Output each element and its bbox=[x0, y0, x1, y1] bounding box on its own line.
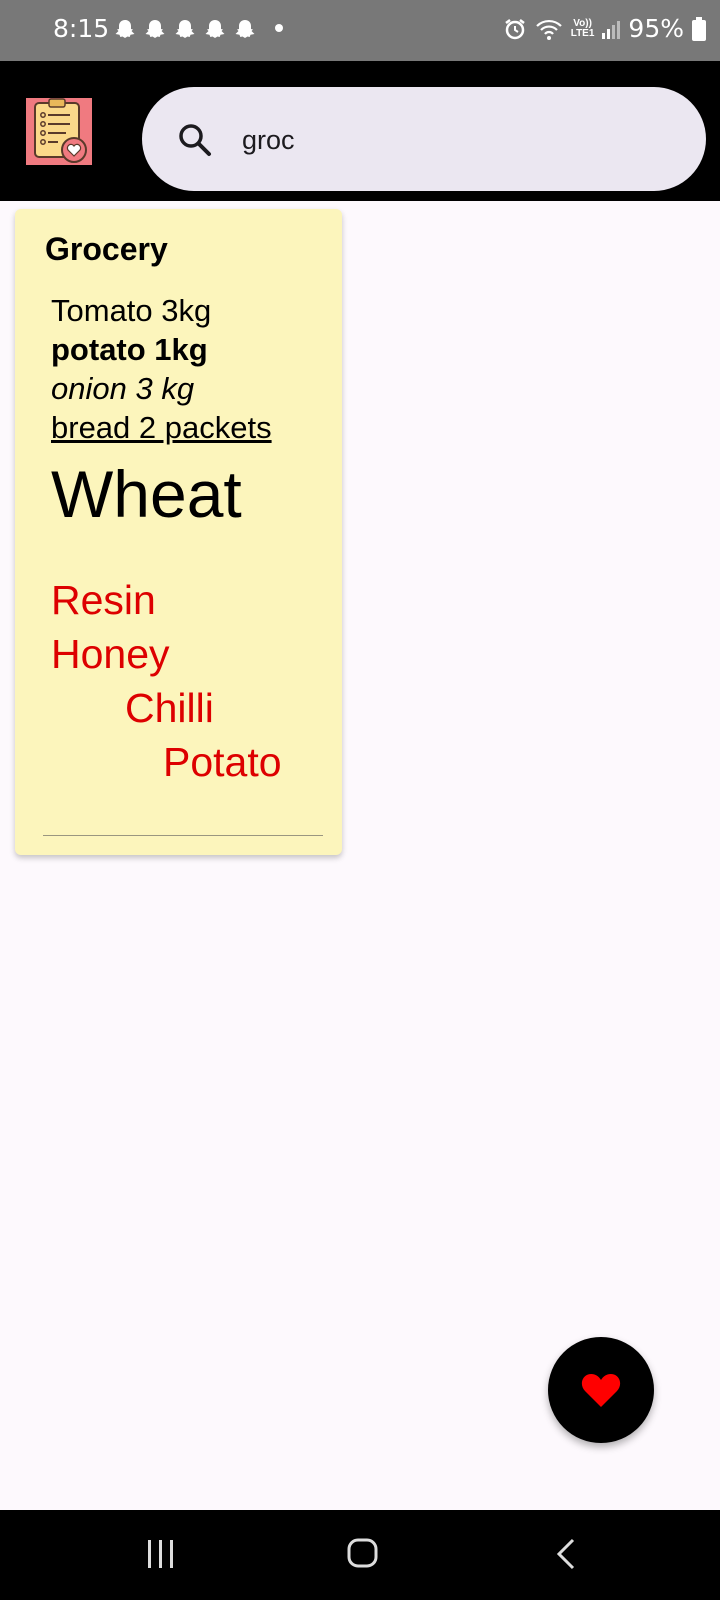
note-line: Tomato 3kg bbox=[51, 293, 212, 328]
status-right-group: Vo)) LTE1 95% bbox=[503, 14, 706, 43]
note-line-red: Resin bbox=[51, 577, 156, 623]
status-time: 8:15 bbox=[53, 14, 110, 43]
snapchat-icon bbox=[145, 20, 165, 38]
note-title: Grocery bbox=[45, 231, 168, 267]
recents-icon[interactable] bbox=[146, 1538, 176, 1570]
checklist-heart-icon[interactable] bbox=[26, 98, 92, 165]
note-line-bold: potato 1kg bbox=[51, 332, 208, 367]
battery-percent: 95% bbox=[628, 14, 684, 43]
lte-label: LTE1 bbox=[570, 27, 595, 39]
favorites-fab[interactable] bbox=[548, 1337, 654, 1443]
network-type: Vo)) LTE1 bbox=[570, 17, 595, 39]
more-notifications-dot bbox=[275, 24, 283, 32]
snapchat-icon bbox=[205, 20, 225, 38]
note-line-red-indented: Potato bbox=[163, 739, 282, 785]
note-line-red-indented: Chilli bbox=[125, 685, 214, 731]
note-line-red: Honey bbox=[51, 631, 170, 677]
system-nav-bar bbox=[0, 1510, 720, 1600]
note-body: Tomato 3kg potato 1kg onion 3 kg bread 2… bbox=[51, 291, 341, 789]
note-line-italic: onion 3 kg bbox=[51, 371, 195, 406]
search-bar[interactable] bbox=[142, 87, 706, 191]
note-line-underlined: bread 2 packets bbox=[51, 410, 272, 445]
notification-icons bbox=[113, 18, 257, 42]
note-divider bbox=[43, 835, 323, 836]
signal-icon bbox=[602, 20, 621, 39]
status-bar: 8:15 Vo)) LTE1 95% bbox=[0, 0, 720, 61]
search-input[interactable] bbox=[240, 113, 664, 167]
search-icon[interactable] bbox=[176, 121, 214, 159]
snapchat-icon bbox=[235, 20, 255, 38]
snapchat-icon bbox=[115, 20, 135, 38]
wifi-icon bbox=[535, 19, 562, 40]
home-icon[interactable] bbox=[347, 1537, 379, 1569]
volte-label: Vo)) bbox=[573, 17, 592, 29]
note-card[interactable]: Grocery Tomato 3kg potato 1kg onion 3 kg… bbox=[15, 209, 342, 855]
back-icon[interactable] bbox=[555, 1538, 577, 1570]
snapchat-icon bbox=[175, 20, 195, 38]
note-line-large: Wheat bbox=[51, 457, 242, 531]
heart-icon bbox=[581, 1374, 621, 1407]
app-bar bbox=[0, 61, 720, 201]
battery-icon bbox=[692, 16, 706, 41]
alarm-icon bbox=[504, 18, 525, 39]
